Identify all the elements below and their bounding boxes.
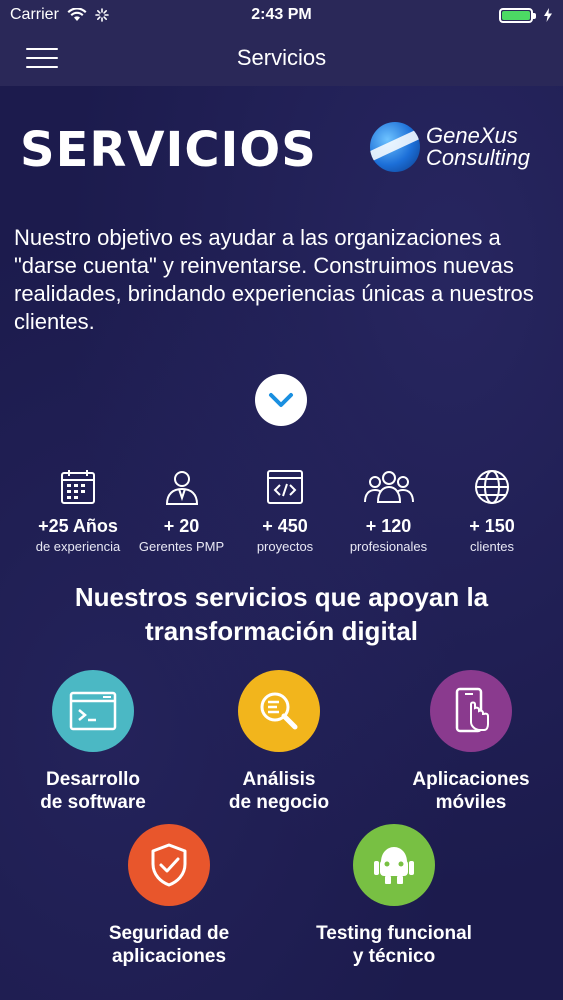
manager-icon (165, 471, 198, 505)
service-icon-circle (52, 670, 134, 752)
service-label-line-1: Análisis (242, 769, 316, 790)
service-analisis-negocio[interactable]: Análisis de negocio (214, 670, 344, 814)
stat-label: de experiencia (35, 539, 121, 554)
service-label: Testing funcional y técnico (316, 922, 472, 968)
service-label: Desarrollo de software (40, 768, 146, 814)
service-testing[interactable]: Testing funcional y técnico (304, 824, 484, 968)
stat-value: +25 Años (38, 516, 118, 536)
service-label: Análisis de negocio (229, 768, 329, 814)
status-right (499, 7, 553, 23)
mobile-touch-icon (455, 687, 489, 733)
service-label-line-2: de software (40, 792, 146, 813)
stat-item: +25 Años de experiencia (30, 468, 126, 554)
stat-item: + 120 profesionales (341, 468, 437, 554)
service-label: Aplicaciones móviles (412, 768, 529, 814)
service-label-line-2: móviles (435, 792, 507, 813)
service-icon-circle (238, 670, 320, 752)
nav-bar: Servicios (0, 30, 563, 86)
code-window-icon (267, 470, 303, 504)
calendar-icon (61, 470, 95, 504)
shield-check-icon (151, 843, 187, 887)
service-icon-circle (353, 824, 435, 906)
content-area[interactable]: SERVICIOS GeneXus Consulting Nuestro obj… (0, 86, 563, 1000)
service-label-line-1: Testing funcional (316, 923, 472, 944)
stat-label: profesionales (349, 539, 428, 554)
logo-line-1: GeneXus (426, 123, 518, 148)
service-label-line-2: de negocio (228, 792, 330, 813)
globe-icon (475, 470, 509, 504)
stat-value: + 150 (469, 516, 515, 536)
stat-label: clientes (469, 539, 515, 554)
scroll-down-button[interactable] (255, 374, 307, 426)
status-bar: Carrier 2:43 PM (0, 0, 563, 30)
wifi-icon (67, 8, 87, 21)
robot-icon (374, 847, 414, 884)
services-heading-line-2: transformación digital (144, 616, 419, 646)
service-label-line-2: y técnico (352, 946, 436, 967)
globe-logo-icon (370, 122, 420, 172)
terminal-icon (69, 691, 117, 731)
stat-value: + 20 (163, 516, 200, 536)
chevron-down-icon (269, 393, 293, 407)
stat-item: + 20 Gerentes PMP (134, 468, 230, 554)
service-icon-circle (128, 824, 210, 906)
magnifier-icon (260, 692, 298, 730)
logo-line-2: Consulting (426, 145, 530, 170)
service-label-line-2: aplicaciones (111, 946, 227, 967)
battery-icon (499, 7, 536, 23)
genexus-logo: GeneXus Consulting (370, 122, 530, 172)
stat-item: + 450 proyectos (237, 468, 333, 554)
service-label-line-1: Desarrollo (46, 769, 140, 790)
stat-label: Gerentes PMP (138, 539, 225, 554)
stat-label: proyectos (256, 539, 314, 554)
team-icon (363, 471, 414, 503)
status-left: Carrier (10, 6, 109, 24)
stat-item: + 150 clientes (444, 468, 540, 554)
nav-title: Servicios (236, 45, 327, 70)
hamburger-menu-icon[interactable] (26, 48, 58, 68)
stat-value: + 450 (262, 516, 308, 536)
charging-bolt-icon (544, 8, 552, 22)
service-seguridad-aplicaciones[interactable]: Seguridad de aplicaciones (99, 824, 239, 968)
loading-spinner-icon (95, 8, 109, 22)
service-label-line-1: Seguridad de (108, 923, 230, 944)
hero-title: SERVICIOS (20, 122, 317, 178)
service-label: Seguridad de aplicaciones (109, 922, 229, 968)
stat-value: + 120 (365, 516, 412, 536)
intro-text: Nuestro objetivo es ayudar a las organiz… (14, 225, 534, 334)
services-heading: Nuestros servicios que apoyan la transfo… (0, 580, 563, 648)
services-heading-line-1: Nuestros servicios que apoyan la (74, 582, 489, 612)
stats-row: +25 Años de experiencia + 20 Gerentes PM… (30, 468, 540, 554)
carrier-label: Carrier (10, 6, 59, 23)
service-label-line-1: Aplicaciones (412, 769, 530, 790)
service-desarrollo-software[interactable]: Desarrollo de software (28, 670, 158, 814)
service-aplicaciones-moviles[interactable]: Aplicaciones móviles (396, 670, 546, 814)
service-icon-circle (430, 670, 512, 752)
